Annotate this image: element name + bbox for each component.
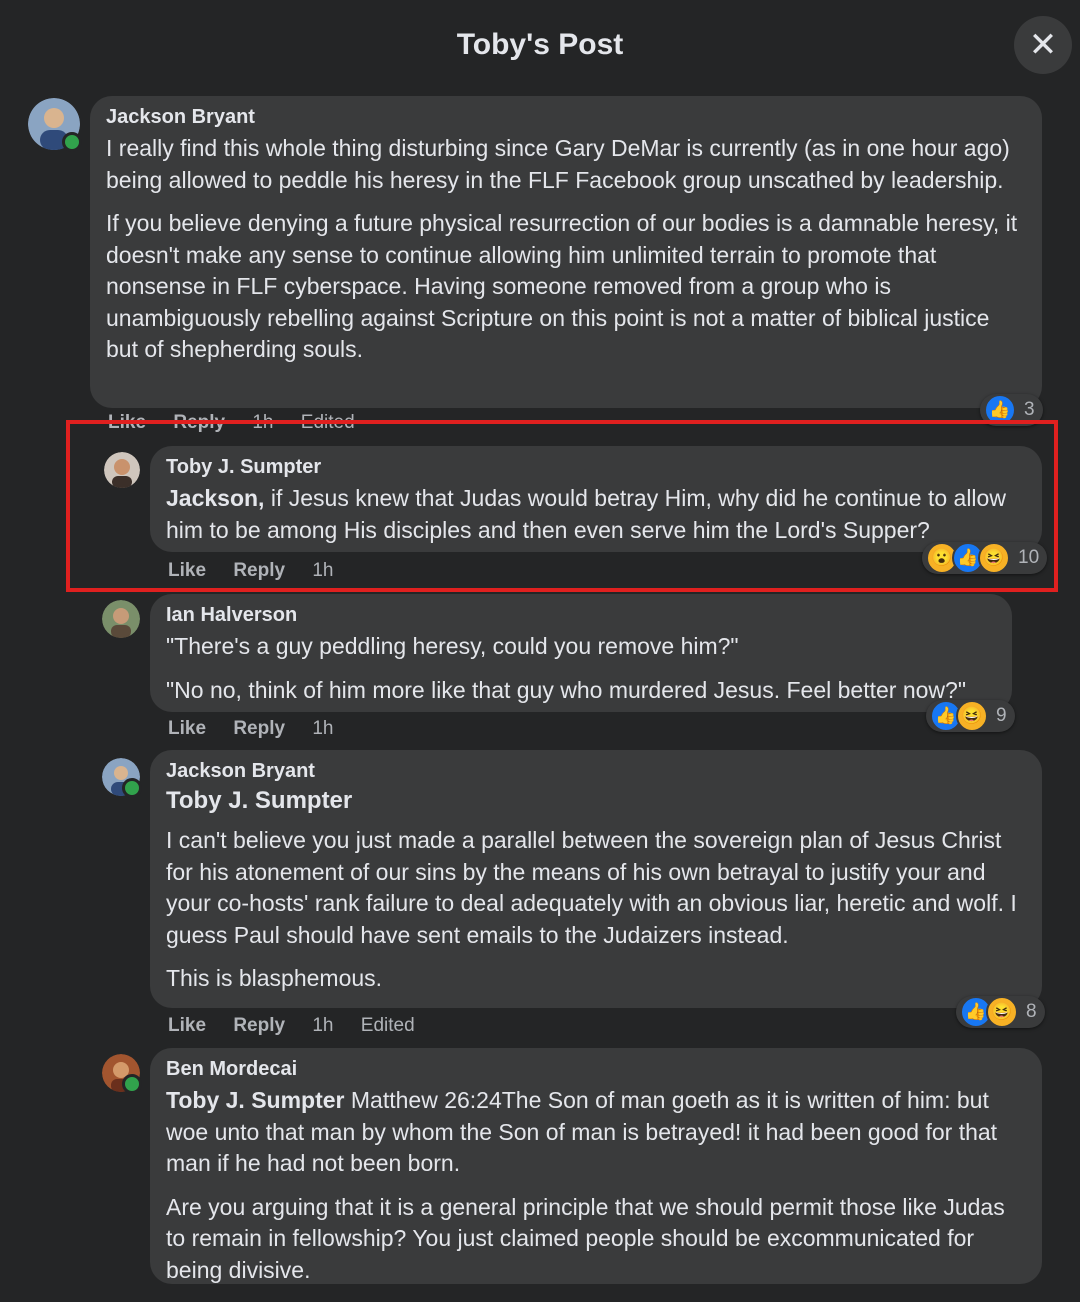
comment-bubble: Jackson Bryant Toby J. Sumpter I can't b… (150, 750, 1042, 1008)
comment-paragraph: "No no, think of him more like that guy … (166, 676, 966, 703)
haha-reaction-icon: 😆 (978, 542, 1010, 574)
avatar-image (104, 452, 140, 488)
close-button[interactable]: ✕ (1014, 16, 1072, 74)
comment-paragraph: This is blasphemous. (166, 965, 383, 991)
edited-label: Edited (360, 1015, 415, 1036)
like-link[interactable]: Like (168, 560, 206, 581)
avatar[interactable] (102, 600, 140, 638)
comment-paragraph: If you believe denying a future physical… (106, 210, 1018, 362)
mention-link[interactable]: Jackson, (166, 485, 264, 511)
reaction-summary[interactable]: 👍 😆 9 (926, 700, 1015, 732)
comment-bubble: Ben Mordecai Toby J. Sumpter Matthew 26:… (150, 1048, 1042, 1284)
reaction-summary[interactable]: 😮 👍 😆 10 (922, 542, 1048, 574)
haha-reaction-icon: 😆 (956, 700, 988, 732)
comment-actions: Like Reply 1h (168, 718, 355, 740)
comment-text: Toby J. Sumpter Matthew 26:24The Son of … (166, 1085, 1026, 1286)
comment-author[interactable]: Ian Halverson (166, 604, 996, 627)
comment-author[interactable]: Jackson Bryant (106, 106, 1026, 129)
avatar[interactable] (102, 758, 142, 798)
haha-reaction-icon: 😆 (986, 996, 1018, 1028)
comment-paragraph: I can't believe you just made a parallel… (166, 827, 1017, 948)
comment-actions: Like Reply 1h Edited (168, 1015, 437, 1037)
comment-bubble: Toby J. Sumpter Jackson, if Jesus knew t… (150, 446, 1042, 552)
comment-author[interactable]: Jackson Bryant (166, 760, 1026, 783)
comment-text: "There's a guy peddling heresy, could yo… (166, 631, 996, 706)
reaction-count: 8 (1026, 1001, 1037, 1022)
like-link[interactable]: Like (168, 718, 206, 739)
comment-actions: Like Reply 1h (168, 560, 355, 582)
online-status-dot (122, 778, 142, 798)
modal-header: Toby's Post ✕ (0, 0, 1080, 97)
reaction-count: 9 (996, 705, 1007, 726)
comment-bubble: Ian Halverson "There's a guy peddling he… (150, 594, 1012, 712)
comment-timestamp[interactable]: 1h (312, 560, 333, 581)
reply-link[interactable]: Reply (233, 1015, 285, 1036)
avatar[interactable] (104, 452, 140, 488)
online-status-dot (122, 1074, 142, 1094)
comment-author[interactable]: Ben Mordecai (166, 1058, 1026, 1081)
reaction-count: 10 (1018, 547, 1040, 568)
avatar[interactable] (102, 1054, 142, 1094)
comment-timestamp[interactable]: 1h (312, 1015, 333, 1036)
avatar-image (102, 600, 140, 638)
comment-paragraph: Toby J. Sumpter Matthew 26:24The Son of … (166, 1085, 1026, 1180)
like-link[interactable]: Like (168, 1015, 206, 1036)
comment-text: Jackson, if Jesus knew that Judas would … (166, 483, 1026, 546)
reply-link[interactable]: Reply (233, 560, 285, 581)
comment-author[interactable]: Toby J. Sumpter (166, 456, 1026, 479)
comment-paragraph: "There's a guy peddling heresy, could yo… (166, 633, 739, 659)
reply-link[interactable]: Reply (233, 718, 285, 739)
comment-timestamp[interactable]: 1h (312, 718, 333, 739)
mention-link[interactable]: Toby J. Sumpter (166, 787, 1026, 815)
online-status-dot (62, 132, 82, 152)
comment-text: I really find this whole thing disturbin… (106, 133, 1026, 366)
mention-link[interactable]: Toby J. Sumpter (166, 1087, 345, 1113)
reaction-summary[interactable]: 👍 😆 8 (956, 996, 1045, 1028)
comment-bubble: Jackson Bryant I really find this whole … (90, 96, 1042, 408)
comment-paragraph: if Jesus knew that Judas would betray Hi… (166, 485, 1006, 543)
modal-title: Toby's Post (456, 28, 624, 61)
close-icon: ✕ (1028, 26, 1058, 64)
comment-paragraph: I really find this whole thing disturbin… (106, 135, 1010, 193)
reaction-count: 3 (1024, 399, 1035, 420)
comment-paragraph: Are you arguing that it is a general pri… (166, 1193, 1005, 1283)
avatar[interactable] (28, 98, 82, 152)
comment-text: I can't believe you just made a parallel… (166, 825, 1026, 995)
